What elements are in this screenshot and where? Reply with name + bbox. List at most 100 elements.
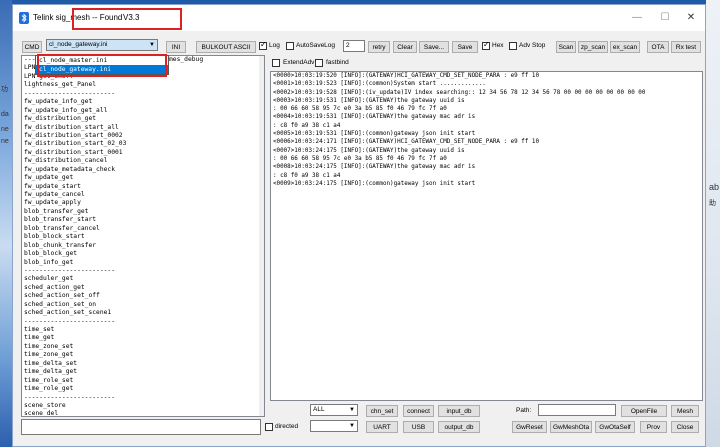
list-item[interactable]: sched_action_get [22, 284, 264, 292]
bulkout-ascii-button[interactable]: BULKOUT ASCII [196, 41, 256, 53]
command-list[interactable]: ------------------------LPN set_onoffLPN… [21, 55, 265, 417]
list-item[interactable]: sched_action_set_off [22, 292, 264, 300]
list-item[interactable]: fw_update_apply [22, 199, 264, 207]
fastbind-checkbox[interactable] [315, 59, 323, 67]
list-item[interactable]: fw_distribution_get [22, 115, 264, 123]
directed-checkbox[interactable] [265, 423, 273, 431]
extendadv-checkbox[interactable] [272, 59, 280, 67]
rx-test-button[interactable]: Rx test [671, 41, 701, 53]
mesh-button[interactable]: Mesh [671, 405, 699, 417]
retry-button[interactable]: retry [368, 41, 390, 53]
list-item[interactable]: sched_action_set_scene1 [22, 309, 264, 317]
zp-scan-button[interactable]: zp_scan [578, 41, 608, 53]
ex-scan-button[interactable]: ex_scan [610, 41, 640, 53]
app-window: Telink sig_mesh -- Found V3.3 — ☐ ✕ CMD … [12, 4, 706, 447]
gwmeshota-button[interactable]: GwMeshOta [550, 421, 592, 433]
list-item[interactable]: time_delta_set [22, 360, 264, 368]
log-line: : 00 66 60 58 95 7c e0 3a b5 85 f0 46 79… [273, 106, 447, 113]
list-item[interactable]: fw_distribution_start_all [22, 124, 264, 132]
log-checkbox[interactable] [259, 40, 267, 50]
input-db-button[interactable]: input_db [438, 405, 480, 417]
list-item[interactable]: blob_transfer_get [22, 208, 264, 216]
scan-button[interactable]: Scan [556, 41, 576, 53]
list-item[interactable]: blob_transfer_cancel [22, 225, 264, 233]
list-item[interactable]: blob_block_get [22, 250, 264, 258]
list-item[interactable]: time_role_set [22, 377, 264, 385]
autosave-interval-input[interactable]: 2 [343, 40, 365, 52]
close-button[interactable]: Close [671, 421, 699, 433]
list-item[interactable]: ------------------------ [22, 318, 264, 326]
list-item[interactable]: ------------------------ [22, 394, 264, 402]
extendadv-label: ExtendAdv [283, 59, 315, 66]
cmd-button[interactable]: CMD [22, 41, 42, 53]
close-icon[interactable]: ✕ [677, 10, 705, 26]
list-item[interactable]: time_set [22, 326, 264, 334]
command-list-scrollbar[interactable] [259, 56, 264, 416]
list-item[interactable]: fw_distribution_start_0001 [22, 149, 264, 157]
list-item[interactable]: fw_update_cancel [22, 191, 264, 199]
list-item[interactable]: scheduler_get [22, 275, 264, 283]
list-item[interactable]: lightness_get_Panel [22, 81, 264, 89]
list-item[interactable]: ------------------------ [22, 90, 264, 98]
fastbind-label: fastbind [326, 59, 349, 66]
log-line: <0004>10:03:19:531 [INFO]:(GATEWAY)the g… [273, 114, 476, 121]
save-as-button[interactable]: Save... [419, 41, 449, 53]
list-item[interactable]: fw_update_info_get [22, 98, 264, 106]
ini-button[interactable]: INI [166, 41, 186, 53]
list-item[interactable]: ------------------------ [22, 267, 264, 275]
list-item[interactable]: scene_del [22, 410, 264, 416]
prov-button[interactable]: Prov [640, 421, 667, 433]
autosave-log-checkbox[interactable] [286, 42, 294, 50]
list-item[interactable]: time_zone_get [22, 351, 264, 359]
list-item[interactable]: time_get [22, 334, 264, 342]
adv-stop-checkbox[interactable] [509, 42, 517, 50]
list-item[interactable]: fw_update_start [22, 183, 264, 191]
list-item[interactable]: sched_action_set_on [22, 301, 264, 309]
gwotaself-button[interactable]: GwOtaSelf [595, 421, 635, 433]
log-line: <0007>10:03:24:175 [INFO]:(GATEWAY)the g… [273, 147, 465, 154]
list-item[interactable]: time_role_get [22, 385, 264, 393]
path-input[interactable] [538, 404, 616, 416]
list-item[interactable]: fw_update_get [22, 174, 264, 182]
list-item[interactable]: blob_block_start [22, 233, 264, 241]
log-line: : 00 66 60 58 95 7c e0 3a b5 85 f0 46 79… [273, 155, 447, 162]
list-item[interactable]: time_delta_get [22, 368, 264, 376]
usb-button[interactable]: USB [403, 421, 434, 433]
list-item[interactable]: blob_info_get [22, 259, 264, 267]
list-item-peek: mes_debug [169, 56, 204, 63]
ota-button[interactable]: OTA [647, 41, 669, 53]
list-item[interactable]: fw_update_info_get_all [22, 107, 264, 115]
maximize-icon[interactable]: ☐ [651, 10, 679, 26]
list-item[interactable]: blob_chunk_transfer [22, 242, 264, 250]
save-button[interactable]: Save [452, 41, 478, 53]
directed-combo[interactable]: ▼ [310, 420, 358, 432]
chevron-down-icon: ▼ [349, 407, 355, 413]
minimize-icon[interactable]: — [623, 10, 651, 26]
log-line: : c8 f0 a9 38 c1 a4 [273, 122, 341, 129]
command-input[interactable] [21, 419, 261, 435]
log-line: <0000>10:03:19:520 [INFO]:(GATEWAY)HCI_G… [273, 73, 539, 79]
output-db-button[interactable]: output_db [438, 421, 480, 433]
list-item[interactable]: fw_distribution_start_0002 [22, 132, 264, 140]
hex-checkbox[interactable] [482, 40, 490, 50]
filter-combo[interactable]: ALL ▼ [310, 404, 358, 416]
list-item[interactable]: fw_update_metadata_check [22, 166, 264, 174]
desktop-background-right: ab 助 [706, 0, 720, 447]
connect-button[interactable]: connect [403, 405, 434, 417]
log-output[interactable]: <0000>10:03:19:520 [INFO]:(GATEWAY)HCI_G… [270, 71, 703, 401]
list-item[interactable]: fw_distribution_start_02_03 [22, 140, 264, 148]
list-item[interactable]: scene_store [22, 402, 264, 410]
clear-button[interactable]: Clear [393, 41, 417, 53]
desktop-fragment: da [1, 111, 9, 118]
desktop-background-left: da ne ne 功 [0, 0, 12, 447]
uart-button[interactable]: UART [366, 421, 398, 433]
ini-file-combo-value: cl_node_gateway.ini [49, 41, 108, 48]
openfile-button[interactable]: OpenFile [621, 405, 667, 417]
desktop-fragment: ab [709, 182, 720, 192]
list-item[interactable]: fw_distribution_cancel [22, 157, 264, 165]
list-item[interactable]: blob_transfer_start [22, 216, 264, 224]
gwreset-button[interactable]: GwReset [512, 421, 547, 433]
ini-file-combo[interactable]: cl_node_gateway.ini ▼ [46, 39, 158, 51]
chn-set-button[interactable]: chn_set [366, 405, 398, 417]
list-item[interactable]: time_zone_set [22, 343, 264, 351]
